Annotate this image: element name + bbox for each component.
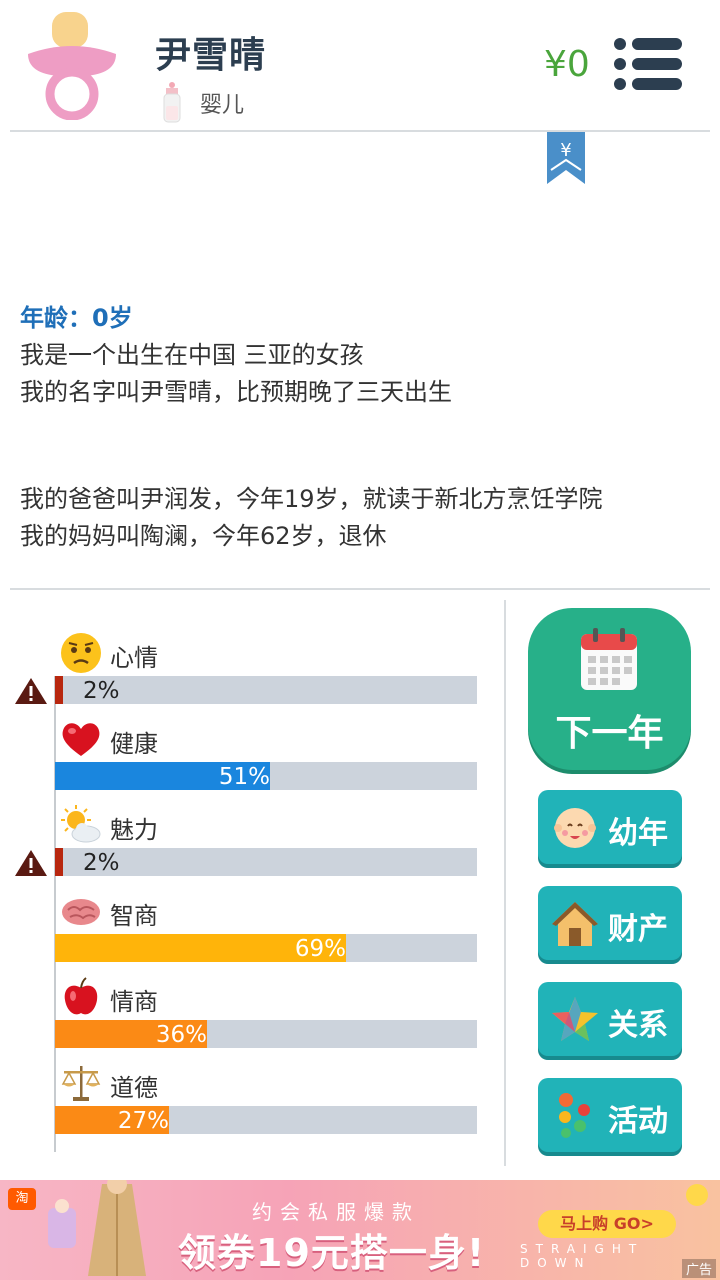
stat-label: 情商 [110,988,158,1016]
money-balance: ¥0 [544,44,590,85]
childhood-label: 幼年 [608,816,668,851]
property-label: 财产 [608,912,668,947]
stat-bar-track: 2% [55,848,477,876]
stat-label: 魅力 [110,816,158,844]
story-text: 年龄：0岁 我是一个出生在中国 三亚的女孩 我的名字叫尹雪晴，比预期晚了三天出生… [20,300,700,555]
story-line: 我的名字叫尹雪晴，比预期晚了三天出生 [20,378,452,406]
trench-coat-icon [88,1180,146,1276]
story-line: 我的爸爸叫尹润发，今年19岁，就读于新北方烹饪学院 [20,485,603,513]
stat-bar-fill [55,676,63,704]
ad-tag: 广告 [681,1259,716,1278]
menu-icon[interactable] [612,36,684,92]
life-stage: 婴儿 [160,82,244,124]
stat-charm: 魅力 2% [0,804,500,890]
stat-bar-track: 51% [55,762,477,790]
story-line: 我是一个出生在中国 三亚的女孩 [20,341,364,369]
ad-headline: 领券19元搭一身! [178,1231,486,1275]
life-stage-label: 婴儿 [200,93,245,118]
brain-icon [62,899,100,925]
stat-percent: 27% [117,1108,169,1134]
worried-face-icon [61,633,101,673]
activities-button[interactable]: 活动 [538,1078,682,1152]
age-line: 年龄：0岁 [20,304,133,332]
ad-subtitle: 约会私服爆款 [252,1200,420,1224]
stat-percent: 2% [83,678,120,704]
warning-icon [15,850,47,876]
header-divider [10,130,710,132]
stat-health: 健康 51% [0,718,500,804]
apple-icon [64,977,98,1015]
ribbon-symbol: ¥ [560,140,571,161]
heart-icon [62,723,100,756]
kid-clothing-icon [48,1199,76,1248]
panel-divider [504,600,506,1166]
relations-button[interactable]: 关系 [538,982,682,1056]
ad-close-icon[interactable] [686,1184,708,1206]
character-name: 尹雪晴 [155,35,267,76]
story-gap [20,411,700,481]
yen-bookmark-icon[interactable]: ¥ [547,132,585,184]
colorful-star-icon [552,997,598,1041]
stat-bar-track: 69% [55,934,477,962]
house-icon [552,902,598,946]
warning-icon [15,678,47,704]
story-divider [10,588,710,590]
pacifier-avatar-icon [28,12,116,120]
story-line: 我的妈妈叫陶澜，今年62岁，退休 [20,522,387,550]
activities-label: 活动 [608,1104,668,1139]
stat-percent: 2% [83,850,120,876]
next-year-label: 下一年 [555,713,664,754]
stat-label: 道德 [110,1074,158,1102]
stat-label: 健康 [110,730,158,758]
stat-percent: 69% [294,936,346,962]
childhood-button[interactable]: 幼年 [538,790,682,864]
header: 尹雪晴 婴儿 ¥0 [0,0,720,132]
relations-label: 关系 [608,1008,668,1043]
baby-bottle-icon [163,82,181,123]
scales-icon [61,1066,101,1101]
stat-eq: 情商 36% [0,976,500,1062]
ad-buy-button[interactable]: 马上购 GO> [538,1210,676,1238]
ad-banner[interactable]: 淘 约会私服爆款 领券19元搭一身! 马上购 GO> STRAIGHT DOWN… [0,1180,720,1280]
stat-label: 智商 [110,902,158,930]
sun-cloud-icon [61,805,101,843]
stat-bar-track: 36% [55,1020,477,1048]
taobao-badge: 淘 [8,1188,36,1210]
stat-percent: 36% [155,1022,207,1048]
stat-bar-track: 2% [55,676,477,704]
calendar-icon [581,628,637,690]
next-year-button[interactable]: 下一年 [528,608,691,770]
stat-morality: 道德 27% [0,1062,500,1148]
stat-iq: 智商 69% [0,890,500,976]
stat-percent: 51% [218,764,270,790]
baby-face-icon [554,808,596,848]
activity-dots-icon [559,1093,590,1138]
property-button[interactable]: 财产 [538,886,682,960]
stat-bar-fill [55,848,63,876]
stat-mood: 心情 2% [0,632,500,718]
stat-bar-track: 27% [55,1106,477,1134]
stat-label: 心情 [110,644,158,672]
